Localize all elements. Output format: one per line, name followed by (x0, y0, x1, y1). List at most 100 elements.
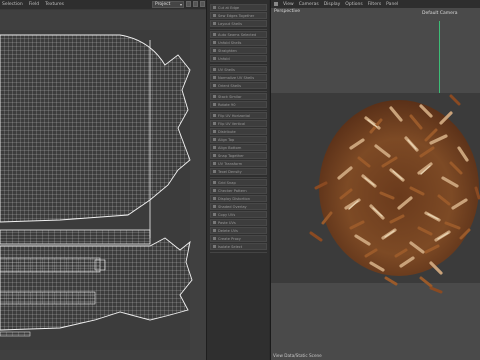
tool-button[interactable]: Stack Similar (210, 93, 267, 100)
tool-icon (213, 221, 216, 224)
viewport-canvas[interactable]: Perspective Default Camera Move (271, 8, 480, 352)
uv-tool-icon[interactable] (186, 1, 191, 7)
tool-icon (213, 154, 216, 157)
tool-icon (213, 205, 216, 208)
uv-canvas[interactable] (0, 10, 206, 360)
tool-button[interactable]: Distribute (210, 128, 267, 135)
tool-divider (210, 29, 267, 30)
tool-label: Flip UV Horizontal (218, 113, 251, 118)
tool-icon (213, 170, 216, 173)
tool-button[interactable]: Create Proxy (210, 235, 267, 242)
tool-label: Align Bottom (218, 145, 242, 150)
tool-icon (213, 213, 216, 216)
uv-menu-field[interactable]: Field (29, 2, 39, 7)
tool-button[interactable]: Align Bottom (210, 144, 267, 151)
tool-label: Straighten (218, 48, 237, 53)
uv-shell-lower (0, 237, 193, 331)
tool-button[interactable]: Display Distortion (210, 195, 267, 202)
uv-tool-icon[interactable] (200, 1, 205, 7)
tool-button[interactable]: Delete UVs (210, 227, 267, 234)
tool-button[interactable]: Unfold Shells (210, 39, 267, 46)
tool-button[interactable]: Unfold (210, 55, 267, 62)
uv-project-dropdown[interactable]: Project ▾ (152, 1, 184, 8)
panel-icon[interactable] (274, 2, 278, 6)
uv-editor-panel: Selection Field Textures Project ▾ (0, 0, 206, 360)
tool-button[interactable]: Copy UVs (210, 211, 267, 218)
tool-button[interactable]: Grid Snap (210, 179, 267, 186)
tool-label: Display Distortion (218, 196, 250, 201)
viewport-panel: View Cameras Display Options Filters Pan… (270, 0, 480, 360)
chevron-down-icon: ▾ (179, 2, 182, 7)
tool-button[interactable]: Shaded Overlay (210, 203, 267, 210)
viewport-footer-label: View Data/Static Scene (273, 353, 322, 358)
tool-label: Shaded Overlay (218, 204, 247, 209)
tool-divider (210, 110, 267, 111)
tool-icon (213, 33, 216, 36)
tool-icon (213, 122, 216, 125)
tool-button[interactable]: Auto Seams Selected (210, 31, 267, 38)
tool-label: Create Proxy (218, 236, 241, 241)
tool-icon (213, 146, 216, 149)
tool-icon (213, 197, 216, 200)
tool-button[interactable]: Rotate 90 (210, 101, 267, 108)
tool-icon (213, 76, 216, 79)
tool-icon (213, 162, 216, 165)
vp-menu-panel[interactable]: Panel (386, 2, 398, 7)
tool-button[interactable]: Cut at Edge (210, 4, 267, 11)
viewport-status-bar: View Data/Static Scene (271, 352, 480, 360)
tool-label: Auto Seams Selected (218, 32, 257, 37)
tool-button[interactable]: Straighten (210, 47, 267, 54)
tool-icon (213, 57, 216, 60)
tool-icon (213, 130, 216, 133)
tool-label: Unfold (218, 56, 230, 61)
tool-button[interactable]: Flip UV Horizontal (210, 112, 267, 119)
tool-button[interactable]: Checker Pattern (210, 187, 267, 194)
tool-divider (210, 252, 267, 253)
tool-label: Flip UV Vertical (218, 121, 246, 126)
tool-label: Delete UVs (218, 228, 238, 233)
tool-icon (213, 237, 216, 240)
tool-label: Sew Edges Together (218, 13, 255, 18)
tool-button[interactable]: Texel Density (210, 168, 267, 175)
tool-icon (213, 114, 216, 117)
viewport-menu-bar: View Cameras Display Options Filters Pan… (271, 0, 480, 8)
tool-icon (213, 22, 216, 25)
tool-icon (213, 95, 216, 98)
tool-button[interactable]: Snap Together (210, 152, 267, 159)
tool-button[interactable]: Layout Shells (210, 20, 267, 27)
tool-button[interactable]: Paste UVs (210, 219, 267, 226)
tool-label: Snap Together (218, 153, 244, 158)
tool-button[interactable]: Isolate Select (210, 243, 267, 250)
tool-label: Align Top (218, 137, 235, 142)
uv-shell-strip (0, 229, 151, 245)
tool-label: Unfold Shells (218, 40, 242, 45)
vp-menu-cameras[interactable]: Cameras (299, 2, 319, 7)
tool-label: Distribute (218, 129, 236, 134)
tool-icon (213, 189, 216, 192)
uv-menu-textures[interactable]: Textures (45, 2, 64, 7)
tool-icon (213, 138, 216, 141)
tool-button[interactable]: Orient Shells (210, 82, 267, 89)
tool-button[interactable]: Align Top (210, 136, 267, 143)
tool-button[interactable]: Normalize UV Shells (210, 74, 267, 81)
tool-divider (210, 177, 267, 178)
tool-label: Cut at Edge (218, 5, 240, 10)
uv-tool-icon[interactable] (193, 1, 198, 7)
tool-button[interactable]: UV Shells (210, 66, 267, 73)
vp-menu-view[interactable]: View (283, 2, 294, 7)
tool-icon (213, 84, 216, 87)
tool-label: Isolate Select (218, 244, 243, 249)
uv-toolbar-icons (186, 1, 205, 7)
tool-button[interactable]: UV Transform (210, 160, 267, 167)
vp-menu-display[interactable]: Display (324, 2, 341, 7)
vp-menu-options[interactable]: Options (345, 2, 362, 7)
tool-label: Paste UVs (218, 220, 236, 225)
tool-icon (213, 68, 216, 71)
tool-button[interactable]: Sew Edges Together (210, 12, 267, 19)
vp-menu-filters[interactable]: Filters (368, 2, 382, 7)
uv-menu-selection[interactable]: Selection (2, 2, 23, 7)
tool-label: UV Transform (218, 161, 243, 166)
tool-icon (213, 245, 216, 248)
tool-label: Stack Similar (218, 94, 242, 99)
tool-button[interactable]: Flip UV Vertical (210, 120, 267, 127)
